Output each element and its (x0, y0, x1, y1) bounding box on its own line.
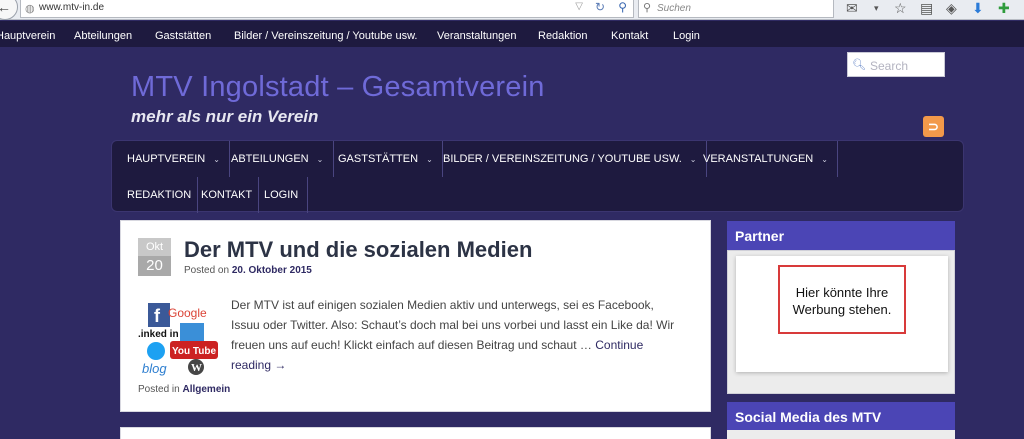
site-search-placeholder: Search (870, 59, 909, 73)
mainnav-label: REDAKTION (127, 189, 192, 201)
topnav-item-redaktion[interactable]: Redaktion (538, 30, 588, 42)
site-search-input[interactable]: 🔍︎ Search (847, 52, 945, 77)
topnav-item-abteilungen[interactable]: Abteilungen (74, 30, 132, 42)
browser-toolbar: ← ◍ www.mtv-in.de ▽ ↻ ⚲ ⚲ Suchen ✉ ▾ ☆ ▤… (0, 0, 1024, 20)
main-nav: HAUPTVEREIN ⌄ ABTEILUNGEN ⌄ GASTSTÄTTEN ⌄ B… (111, 140, 964, 213)
posted-on-label: Posted on (184, 265, 230, 276)
mainnav-item-gaststaetten[interactable]: GASTSTÄTTEN ⌄ (323, 141, 443, 177)
mainnav-item-veranstaltungen[interactable]: VERANSTALTUNGEN ⌄ (688, 141, 839, 177)
ad-placeholder[interactable]: Hier könnte Ihre Werbung stehen. (778, 265, 906, 334)
mainnav-label: HAUPTVEREIN (127, 153, 206, 165)
category-link[interactable]: Allgemein (182, 384, 230, 395)
mail-icon[interactable]: ✉ (846, 0, 858, 17)
topnav-item-gaststaetten[interactable]: Gaststätten (155, 30, 211, 42)
twitter-icon (147, 342, 165, 360)
download-icon[interactable]: ⬇ (972, 0, 984, 17)
thumb-label-linkedin: .inked in (138, 329, 179, 340)
url-text: www.mtv-in.de (39, 2, 105, 13)
social-widget-title: Social Media des MTV (727, 402, 955, 431)
bookmarks-list-icon[interactable]: ▤ (920, 0, 933, 17)
top-nav-bar: Hauptverein Abteilungen Gaststätten Bild… (0, 21, 1024, 47)
topnav-item-kontakt[interactable]: Kontakt (611, 30, 648, 42)
post-title[interactable]: Der MTV und die sozialen Medien (184, 237, 532, 263)
extension-icon[interactable]: ✚ (998, 0, 1010, 17)
globe-icon: ◍ (25, 3, 35, 15)
blog-post (120, 427, 711, 439)
partner-widget: Hier könnte Ihre Werbung stehen. (727, 250, 955, 394)
svg-text:W: W (191, 362, 202, 374)
bookmark-star-icon[interactable]: ☆ (894, 0, 907, 17)
mainnav-item-abteilungen[interactable]: ABTEILUNGEN ⌄ (216, 141, 334, 177)
url-history-dropdown-icon[interactable]: ▽ (575, 1, 583, 12)
browser-search-box[interactable]: ⚲ Suchen (638, 0, 834, 18)
mainnav-item-hauptverein[interactable]: HAUPTVEREIN ⌄ (112, 141, 231, 177)
svg-text:f: f (154, 306, 161, 326)
posted-in-label: Posted in (138, 384, 180, 395)
mainnav-item-kontakt[interactable]: KONTAKT (196, 177, 260, 213)
blog-post: Okt 20 Der MTV und die sozialen Medien P… (120, 220, 711, 412)
chevron-down-icon: ⌄ (821, 155, 828, 164)
post-month: Okt (138, 238, 171, 256)
mainnav-label: KONTAKT (201, 189, 253, 201)
mainnav-label: VERANSTALTUNGEN (703, 153, 814, 165)
mainnav-label: ABTEILUNGEN (231, 153, 309, 165)
site-tagline: mehr als nur ein Verein (131, 107, 319, 126)
search-icon: 🔍︎ (852, 59, 866, 71)
post-excerpt: Der MTV ist auf einigen sozialen Medien … (231, 295, 681, 375)
post-meta: Posted on 20. Oktober 2015 (184, 265, 312, 276)
search-icon[interactable]: ⚲ (618, 0, 627, 14)
mainnav-item-redaktion[interactable]: REDAKTION (112, 177, 199, 213)
mainnav-label: BILDER / VEREINSZEITUNG / YOUTUBE USW. (443, 153, 682, 165)
thumb-label-youtube: You Tube (172, 346, 217, 357)
post-date-badge: Okt 20 (138, 238, 171, 276)
post-day: 20 (138, 256, 171, 276)
browser-search-placeholder: Suchen (657, 3, 691, 14)
rss-icon[interactable]: ⊃ (923, 116, 944, 137)
mainnav-item-login[interactable]: LOGIN (257, 177, 309, 213)
search-icon: ⚲ (643, 2, 652, 14)
thumb-label-blog: blog (142, 361, 167, 376)
partner-widget-title: Partner (727, 221, 955, 250)
topnav-item-veranstaltungen[interactable]: Veranstaltungen (437, 30, 517, 42)
reload-icon[interactable]: ↻ (595, 0, 605, 14)
post-category: Posted in Allgemein (138, 384, 230, 395)
social-widget (727, 430, 955, 439)
dropdown-icon[interactable]: ▾ (874, 3, 879, 14)
mainnav-item-bilder[interactable]: BILDER / VEREINSZEITUNG / YOUTUBE USW. ⌄ (428, 141, 707, 177)
topnav-item-login[interactable]: Login (673, 30, 700, 42)
pocket-icon[interactable]: ◈ (946, 0, 957, 17)
site-title[interactable]: MTV Ingolstadt – Gesamtverein (131, 71, 545, 104)
mainnav-label: LOGIN (264, 189, 299, 201)
topnav-item-bilder[interactable]: Bilder / Vereinszeitung / Youtube usw. (234, 30, 417, 42)
mainnav-label: GASTSTÄTTEN (338, 153, 419, 165)
arrow-left-icon: ← (0, 0, 11, 15)
partner-ad-frame: Hier könnte Ihre Werbung stehen. (736, 256, 948, 372)
url-bar[interactable]: ◍ www.mtv-in.de ▽ ↻ ⚲ (20, 0, 634, 18)
thumb-label-google: Google (168, 306, 207, 320)
post-date-link[interactable]: 20. Oktober 2015 (232, 265, 312, 276)
social-media-thumbnail[interactable]: f Google .inked in You Tube blog W (138, 301, 222, 379)
back-button[interactable]: ← (0, 0, 18, 20)
topnav-item-hauptverein[interactable]: Hauptverein (0, 30, 55, 42)
